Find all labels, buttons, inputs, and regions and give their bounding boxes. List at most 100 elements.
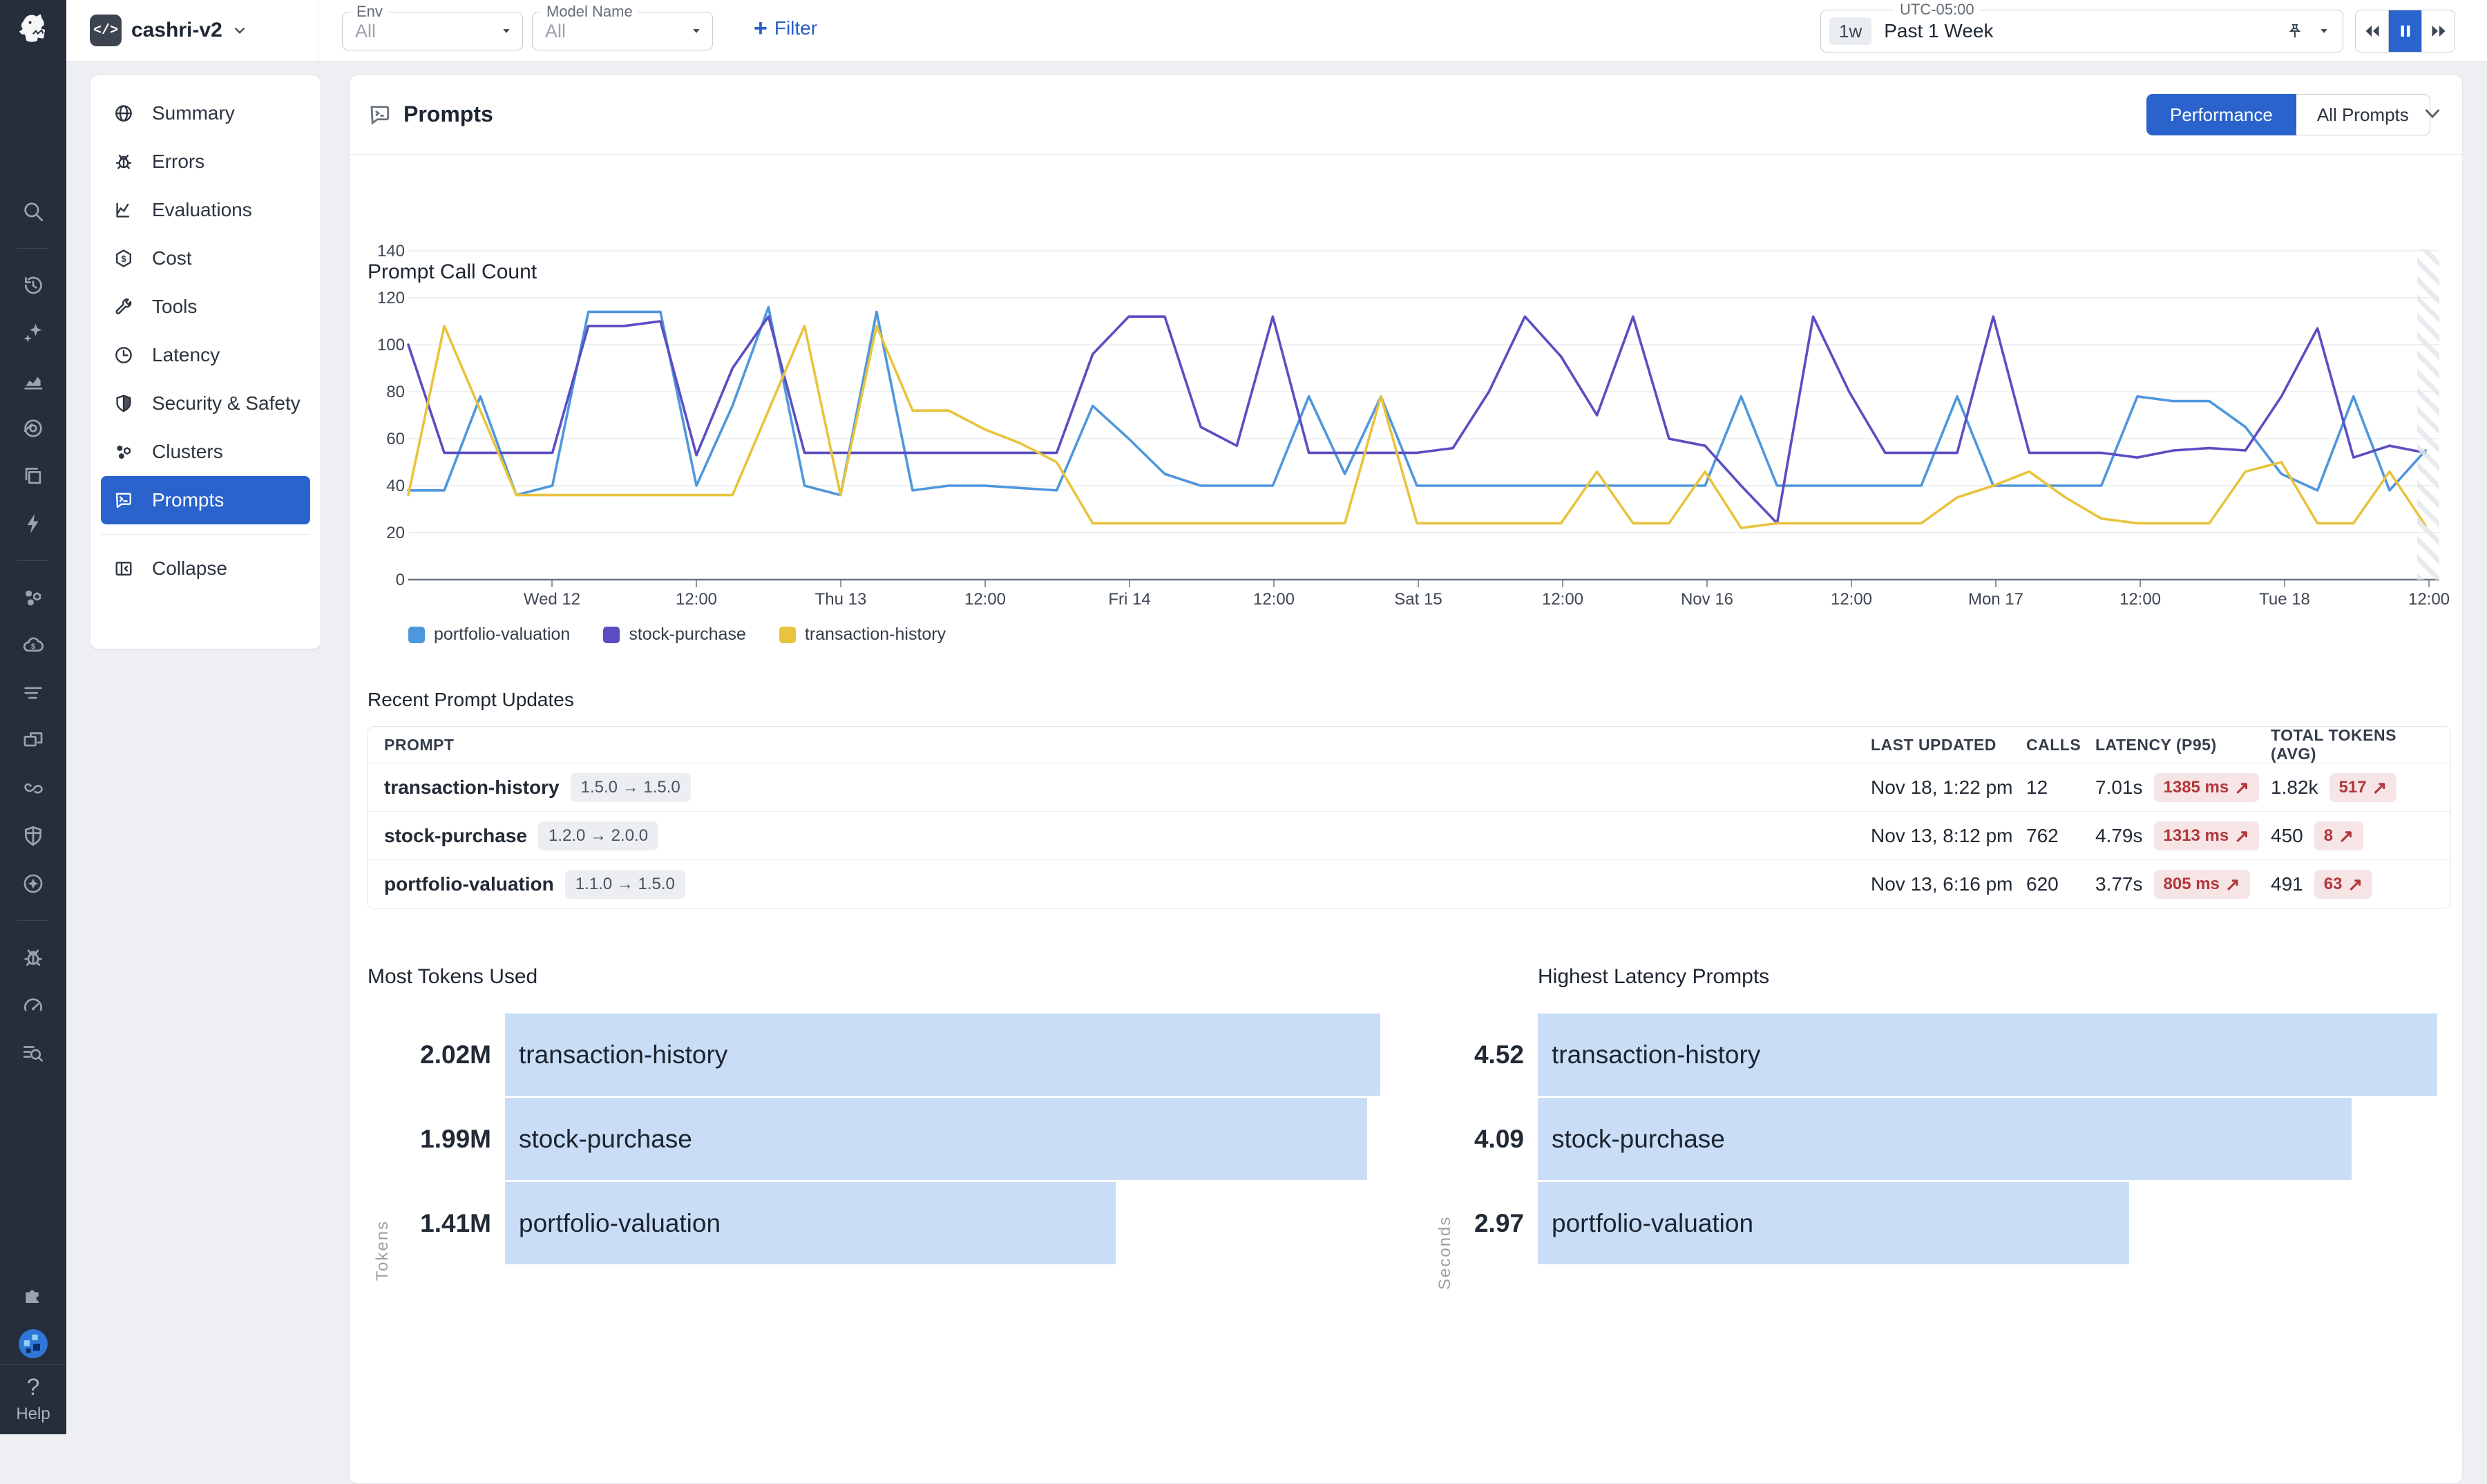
- seconds-axis-label: Seconds: [1436, 1216, 1455, 1290]
- bar-value-label: 1.99M: [356, 1125, 505, 1154]
- bar[interactable]: portfolio-valuation: [1538, 1182, 2129, 1264]
- prompt-cell: stock-purchase1.2.0 → 2.0.0: [384, 821, 1871, 850]
- rail-divider: [17, 920, 49, 921]
- x-axis-tick-label: Mon 17: [1951, 590, 2041, 609]
- model-name-label: Model Name: [541, 3, 638, 21]
- gauge-icon[interactable]: [21, 993, 46, 1018]
- avatar[interactable]: [19, 1329, 48, 1358]
- bug-icon[interactable]: [21, 945, 46, 970]
- bar[interactable]: transaction-history: [1538, 1014, 2437, 1096]
- env-select[interactable]: Env All: [342, 12, 523, 50]
- scroll-gutter[interactable]: [2463, 61, 2487, 1434]
- sidebar-item-tools[interactable]: Tools: [101, 283, 310, 331]
- pause-button[interactable]: [2388, 10, 2421, 52]
- latency-trend-badge[interactable]: 1313 ms↗: [2154, 821, 2260, 850]
- sidebar-item-cost[interactable]: $Cost: [101, 234, 310, 283]
- cost-icon: $: [113, 248, 134, 269]
- app-selector[interactable]: </> cashri-v2: [90, 14, 247, 47]
- metrics-icon[interactable]: [21, 368, 46, 393]
- x-axis-tick-label: Fri 14: [1085, 590, 1174, 609]
- tab-all-prompts[interactable]: All Prompts: [2296, 94, 2430, 135]
- security-icon[interactable]: [21, 824, 46, 848]
- bar-category-label: transaction-history: [1552, 1040, 1760, 1069]
- sidebar-item-latency[interactable]: Latency: [101, 331, 310, 379]
- column-header[interactable]: LATENCY (P95): [2095, 736, 2271, 754]
- tokens-trend-badge[interactable]: 63↗: [2314, 870, 2373, 899]
- y-axis-tick-label: 80: [362, 383, 405, 402]
- history-icon[interactable]: [21, 273, 46, 298]
- sidebar-item-evaluations[interactable]: Evaluations: [101, 186, 310, 234]
- column-header[interactable]: PROMPT: [384, 736, 1871, 754]
- tokens-trend-badge[interactable]: 8↗: [2314, 821, 2363, 850]
- tokens-cell: 1.82k 517↗: [2271, 773, 2434, 802]
- latency-value: 3.77s: [2095, 873, 2143, 895]
- ux-monitoring-icon[interactable]: [21, 728, 46, 753]
- panel-header: Prompts Performance All Prompts: [350, 75, 2462, 155]
- bar[interactable]: stock-purchase: [505, 1098, 1367, 1180]
- bar[interactable]: transaction-history: [505, 1014, 1380, 1096]
- x-axis-tick-label: 12:00: [1807, 590, 1896, 609]
- latency-trend-badge[interactable]: 1385 ms↗: [2154, 773, 2260, 802]
- latency-trend-badge[interactable]: 805 ms↗: [2154, 870, 2250, 899]
- integrations-icon[interactable]: [21, 1282, 46, 1307]
- sidebar-item-label: Prompts: [152, 489, 224, 511]
- bar[interactable]: stock-purchase: [1538, 1098, 2352, 1180]
- layers-icon[interactable]: [21, 464, 46, 488]
- sidebar-item-clusters[interactable]: Clusters: [101, 428, 310, 476]
- cloud-cost-icon[interactable]: $: [21, 633, 46, 658]
- top-bar: </> cashri-v2 Env All Model Name All + F…: [66, 0, 2487, 61]
- datadog-logo[interactable]: [0, 0, 66, 61]
- chart-legend: portfolio-valuation stock-purchase transac…: [408, 625, 946, 645]
- containers-icon[interactable]: [21, 585, 46, 610]
- rewind-button[interactable]: [2356, 10, 2388, 52]
- legend-item[interactable]: transaction-history: [779, 625, 946, 645]
- llm-observability-icon[interactable]: [21, 871, 46, 896]
- bar-category-label: stock-purchase: [1552, 1125, 1725, 1154]
- table-row[interactable]: stock-purchase1.2.0 → 2.0.0Nov 13, 8:12 …: [368, 811, 2450, 859]
- bits-ai-icon[interactable]: [21, 321, 46, 345]
- app-name: cashri-v2: [131, 19, 222, 42]
- sidebar-collapse-button[interactable]: Collapse: [101, 544, 310, 593]
- column-header[interactable]: CALLS: [2026, 736, 2095, 754]
- add-filter-button[interactable]: + Filter: [754, 17, 817, 40]
- column-header[interactable]: LAST UPDATED: [1871, 736, 2026, 754]
- synthetics-icon[interactable]: [21, 776, 46, 801]
- tokens-cell: 49163↗: [2271, 870, 2434, 899]
- logs-icon[interactable]: [21, 681, 46, 705]
- sidebar-item-label: Errors: [152, 151, 204, 173]
- sidebar-item-prompts[interactable]: Prompts: [101, 476, 310, 524]
- help-button[interactable]: ? Help: [0, 1364, 66, 1434]
- line-chart-plot[interactable]: [408, 241, 2439, 590]
- last-updated-cell: Nov 13, 8:12 pm: [1871, 825, 2026, 847]
- evaluations-icon: [113, 200, 134, 220]
- table-row[interactable]: portfolio-valuation1.1.0 → 1.5.0Nov 13, …: [368, 859, 2450, 908]
- fast-forward-button[interactable]: [2421, 10, 2455, 52]
- legend-item[interactable]: stock-purchase: [603, 625, 746, 645]
- apm-icon[interactable]: [21, 416, 46, 441]
- latency-chart-title: Highest Latency Prompts: [1538, 965, 1769, 989]
- bolt-icon[interactable]: [21, 511, 46, 536]
- pin-icon[interactable]: [2286, 22, 2304, 40]
- table-row[interactable]: transaction-history1.5.0 → 1.5.0Nov 18, …: [368, 763, 2450, 811]
- model-name-select[interactable]: Model Name All: [532, 12, 713, 50]
- bar[interactable]: portfolio-valuation: [505, 1182, 1116, 1264]
- sidebar-item-summary[interactable]: Summary: [101, 89, 310, 137]
- tab-performance[interactable]: Performance: [2146, 94, 2296, 135]
- sidebar-divider: [101, 534, 310, 535]
- calls-cell: 12: [2026, 777, 2095, 799]
- time-range-picker[interactable]: UTC-05:00 1w Past 1 Week: [1820, 10, 2343, 53]
- panel-collapse-chevron-icon[interactable]: [2421, 103, 2444, 124]
- tokens-value: 1.82k: [2271, 777, 2318, 799]
- sidebar-item-label: Tools: [152, 296, 197, 318]
- column-header[interactable]: TOTAL TOKENS (AVG): [2271, 726, 2434, 763]
- model-name-value: All: [545, 21, 566, 42]
- incomplete-data-hatch: [2417, 249, 2439, 580]
- panel-title-text: Prompts: [403, 102, 493, 127]
- sidebar-item-security-safety[interactable]: Security & Safety: [101, 379, 310, 428]
- search-icon[interactable]: [21, 199, 46, 224]
- tokens-trend-badge[interactable]: 517↗: [2329, 773, 2397, 802]
- log-search-icon[interactable]: [21, 1040, 46, 1065]
- sidebar-item-errors[interactable]: Errors: [101, 137, 310, 186]
- caret-down-icon[interactable]: [2318, 26, 2330, 36]
- legend-item[interactable]: portfolio-valuation: [408, 625, 570, 645]
